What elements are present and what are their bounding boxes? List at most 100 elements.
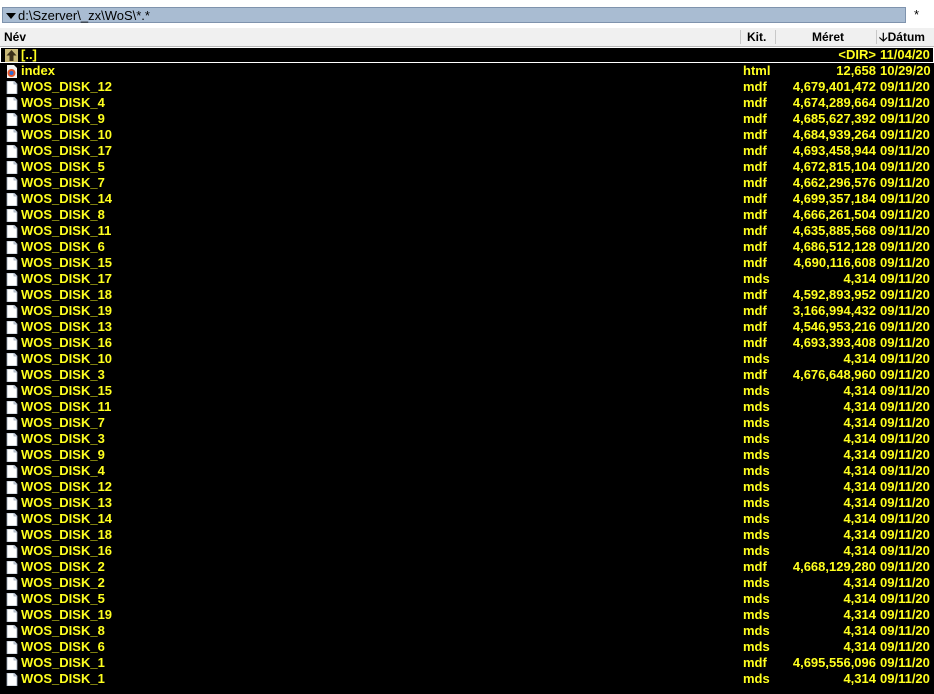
file-row[interactable]: WOS_DISK_3 mds 4,314 09/11/20 — [0, 431, 934, 447]
file-name: WOS_DISK_5 — [21, 159, 105, 174]
file-size: 4,686,512,128 — [792, 239, 876, 254]
file-date: 09/11/20 — [880, 255, 930, 270]
file-row[interactable]: WOS_DISK_6 mds 4,314 09/11/20 — [0, 639, 934, 655]
file-row[interactable]: WOS_DISK_19 mdf 3,166,994,432 09/11/20 — [0, 303, 934, 319]
file-row[interactable]: WOS_DISK_12 mds 4,314 09/11/20 — [0, 479, 934, 495]
current-path: d:\Szerver\_zx\WoS\*.* — [18, 8, 150, 23]
file-icon — [6, 257, 18, 270]
file-ext: mdf — [743, 127, 767, 142]
parent-dir-row[interactable]: [..] <DIR> 11/04/20 — [0, 47, 934, 63]
file-date: 09/11/20 — [880, 431, 930, 446]
column-separator[interactable] — [876, 30, 877, 44]
file-row[interactable]: WOS_DISK_3 mdf 4,676,648,960 09/11/20 — [0, 367, 934, 383]
column-separator[interactable] — [740, 30, 741, 44]
file-row[interactable]: WOS_DISK_13 mds 4,314 09/11/20 — [0, 495, 934, 511]
file-icon — [6, 465, 18, 478]
file-list[interactable]: [..] <DIR> 11/04/20 index html 12,658 10/29/20… — [0, 47, 934, 694]
file-row[interactable]: WOS_DISK_8 mds 4,314 09/11/20 — [0, 623, 934, 639]
file-icon — [6, 497, 18, 510]
file-size: 4,693,458,944 — [792, 143, 876, 158]
sort-down-arrow-icon: 🡣 — [879, 30, 888, 44]
file-name: index — [21, 63, 55, 78]
file-row[interactable]: WOS_DISK_14 mdf 4,699,357,184 09/11/20 — [0, 191, 934, 207]
file-date: 09/11/20 — [880, 159, 930, 174]
file-row[interactable]: WOS_DISK_4 mdf 4,674,289,664 09/11/20 — [0, 95, 934, 111]
file-row[interactable]: WOS_DISK_16 mdf 4,693,393,408 09/11/20 — [0, 335, 934, 351]
file-row[interactable]: WOS_DISK_18 mds 4,314 09/11/20 — [0, 527, 934, 543]
filter-star-button[interactable]: * — [914, 7, 919, 23]
file-ext: mds — [743, 463, 770, 478]
file-date: 09/11/20 — [880, 543, 930, 558]
file-icon — [6, 529, 18, 542]
file-row[interactable]: WOS_DISK_17 mdf 4,693,458,944 09/11/20 — [0, 143, 934, 159]
file-date: 09/11/20 — [880, 271, 930, 286]
file-size: 4,314 — [843, 463, 876, 478]
file-row[interactable]: WOS_DISK_16 mds 4,314 09/11/20 — [0, 543, 934, 559]
file-ext: html — [743, 63, 771, 78]
file-row[interactable]: WOS_DISK_14 mds 4,314 09/11/20 — [0, 511, 934, 527]
file-name: WOS_DISK_17 — [21, 271, 113, 286]
file-name: WOS_DISK_9 — [21, 447, 105, 462]
file-icon — [6, 145, 18, 158]
file-icon — [6, 625, 18, 638]
file-row[interactable]: WOS_DISK_7 mds 4,314 09/11/20 — [0, 415, 934, 431]
file-date: 09/11/20 — [880, 415, 930, 430]
file-date: 09/11/20 — [880, 447, 930, 462]
file-ext: mdf — [743, 207, 767, 222]
file-row[interactable]: WOS_DISK_5 mds 4,314 09/11/20 — [0, 591, 934, 607]
file-row[interactable]: WOS_DISK_15 mds 4,314 09/11/20 — [0, 383, 934, 399]
file-icon — [6, 337, 18, 350]
file-row[interactable]: WOS_DISK_1 mds 4,314 09/11/20 — [0, 671, 934, 687]
file-date: 09/11/20 — [880, 575, 930, 590]
file-row[interactable]: WOS_DISK_13 mdf 4,546,953,216 09/11/20 — [0, 319, 934, 335]
file-icon — [6, 129, 18, 142]
file-date: 09/11/20 — [880, 559, 930, 574]
file-row[interactable]: WOS_DISK_18 mdf 4,592,893,952 09/11/20 — [0, 287, 934, 303]
file-size: 4,695,556,096 — [792, 655, 876, 670]
file-row[interactable]: WOS_DISK_5 mdf 4,672,815,104 09/11/20 — [0, 159, 934, 175]
file-row[interactable]: index html 12,658 10/29/20 — [0, 63, 934, 79]
file-row[interactable]: WOS_DISK_17 mds 4,314 09/11/20 — [0, 271, 934, 287]
file-row[interactable]: WOS_DISK_10 mdf 4,684,939,264 09/11/20 — [0, 127, 934, 143]
file-row[interactable]: WOS_DISK_15 mdf 4,690,116,608 09/11/20 — [0, 255, 934, 271]
file-row[interactable]: WOS_DISK_11 mdf 4,635,885,568 09/11/20 — [0, 223, 934, 239]
file-name: WOS_DISK_8 — [21, 207, 105, 222]
path-bar: d:\Szerver\_zx\WoS\*.* * — [0, 0, 934, 28]
file-row[interactable]: WOS_DISK_9 mds 4,314 09/11/20 — [0, 447, 934, 463]
column-ext-header[interactable]: Kit. — [747, 29, 766, 45]
file-row[interactable]: WOS_DISK_7 mdf 4,662,296,576 09/11/20 — [0, 175, 934, 191]
file-row[interactable]: WOS_DISK_10 mds 4,314 09/11/20 — [0, 351, 934, 367]
column-size-header[interactable]: Méret — [812, 29, 844, 45]
file-ext: mds — [743, 383, 770, 398]
file-row[interactable]: WOS_DISK_2 mdf 4,668,129,280 09/11/20 — [0, 559, 934, 575]
file-size: 4,314 — [843, 447, 876, 462]
file-ext: mds — [743, 495, 770, 510]
file-row[interactable]: WOS_DISK_2 mds 4,314 09/11/20 — [0, 575, 934, 591]
file-name: WOS_DISK_14 — [21, 191, 113, 206]
file-row[interactable]: WOS_DISK_19 mds 4,314 09/11/20 — [0, 607, 934, 623]
file-ext: mdf — [743, 655, 767, 670]
file-row[interactable]: WOS_DISK_8 mdf 4,666,261,504 09/11/20 — [0, 207, 934, 223]
file-row[interactable]: WOS_DISK_12 mdf 4,679,401,472 09/11/20 — [0, 79, 934, 95]
file-size: 4,314 — [843, 351, 876, 366]
column-name-header[interactable]: Név — [4, 29, 26, 45]
file-size: 4,662,296,576 — [792, 175, 876, 190]
file-name: WOS_DISK_10 — [21, 351, 113, 366]
file-ext: mdf — [743, 95, 767, 110]
file-size: 4,314 — [843, 431, 876, 446]
file-row[interactable]: WOS_DISK_4 mds 4,314 09/11/20 — [0, 463, 934, 479]
file-row[interactable]: WOS_DISK_9 mdf 4,685,627,392 09/11/20 — [0, 111, 934, 127]
file-row[interactable]: WOS_DISK_11 mds 4,314 09/11/20 — [0, 399, 934, 415]
column-date-header[interactable]: 🡣Dátum — [879, 29, 925, 45]
file-ext: mds — [743, 271, 770, 286]
path-dropdown[interactable]: d:\Szerver\_zx\WoS\*.* — [2, 7, 906, 23]
file-name: WOS_DISK_3 — [21, 431, 105, 446]
file-size: <DIR> — [838, 47, 876, 62]
file-icon — [6, 161, 18, 174]
column-separator[interactable] — [775, 30, 776, 44]
file-name: WOS_DISK_11 — [21, 223, 112, 238]
file-row[interactable]: WOS_DISK_1 mdf 4,695,556,096 09/11/20 — [0, 655, 934, 671]
file-row[interactable]: WOS_DISK_6 mdf 4,686,512,128 09/11/20 — [0, 239, 934, 255]
file-ext: mdf — [743, 175, 767, 190]
dropdown-arrow-icon[interactable] — [6, 13, 16, 19]
